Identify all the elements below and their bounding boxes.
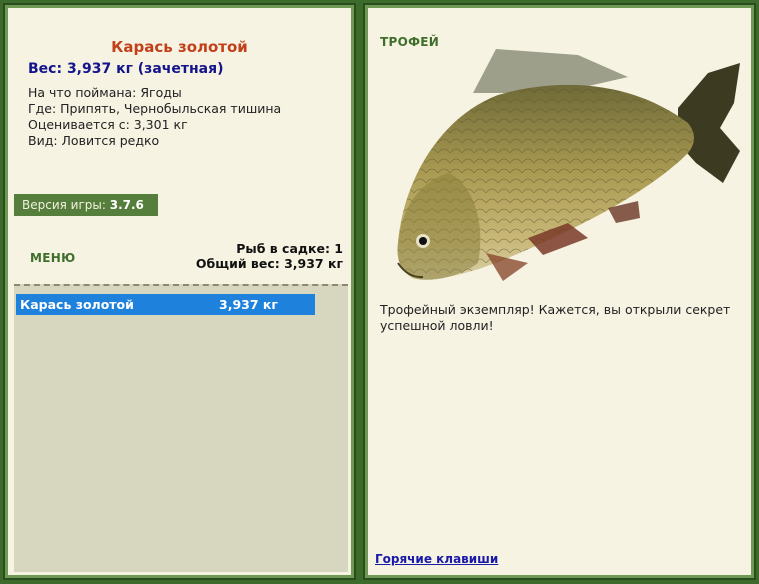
catch-info-panel: Карась золотой Вес: 3,937 кг (зачетная) … — [3, 3, 356, 580]
rating-threshold-info: Оценивается с: 3,301 кг — [28, 117, 188, 132]
fish-image — [397, 49, 740, 281]
hotkeys-link[interactable]: Горячие клавиши — [375, 552, 498, 566]
creel-item-name: Карась золотой — [20, 297, 134, 312]
creel-item[interactable]: Карась золотой 3,937 кг — [16, 294, 315, 315]
creel-list: Карась золотой 3,937 кг — [14, 284, 348, 572]
total-weight: Общий вес: 3,937 кг — [195, 256, 343, 271]
creel-stats: Рыб в садке: 1 Общий вес: 3,937 кг — [196, 241, 343, 271]
bait-info: На что поймана: Ягоды — [28, 85, 182, 100]
creel-item-weight: 3,937 кг — [219, 297, 278, 312]
menu-button[interactable]: МЕНЮ — [30, 251, 75, 265]
fish-count: Рыб в садке: 1 — [236, 241, 343, 256]
fish-weight: Вес: 3,937 кг (зачетная) — [28, 61, 224, 77]
fish-detail-panel: ТРОФЕЙ Трофейный экземпляр! Кажется, вы … — [363, 3, 756, 580]
location-info: Где: Припять, Чернобыльская тишина — [28, 101, 282, 116]
fish-title: Карась золотой — [111, 38, 248, 56]
version-value: 3.7.6 — [109, 198, 144, 212]
rarity-info: Вид: Ловится редко — [28, 133, 160, 148]
game-version-bar: Версия игры: 3.7.6 — [14, 194, 158, 216]
trophy-message: Трофейный экземпляр! Кажется, вы открыли… — [380, 302, 731, 333]
version-label: Версия игры: — [22, 198, 106, 212]
